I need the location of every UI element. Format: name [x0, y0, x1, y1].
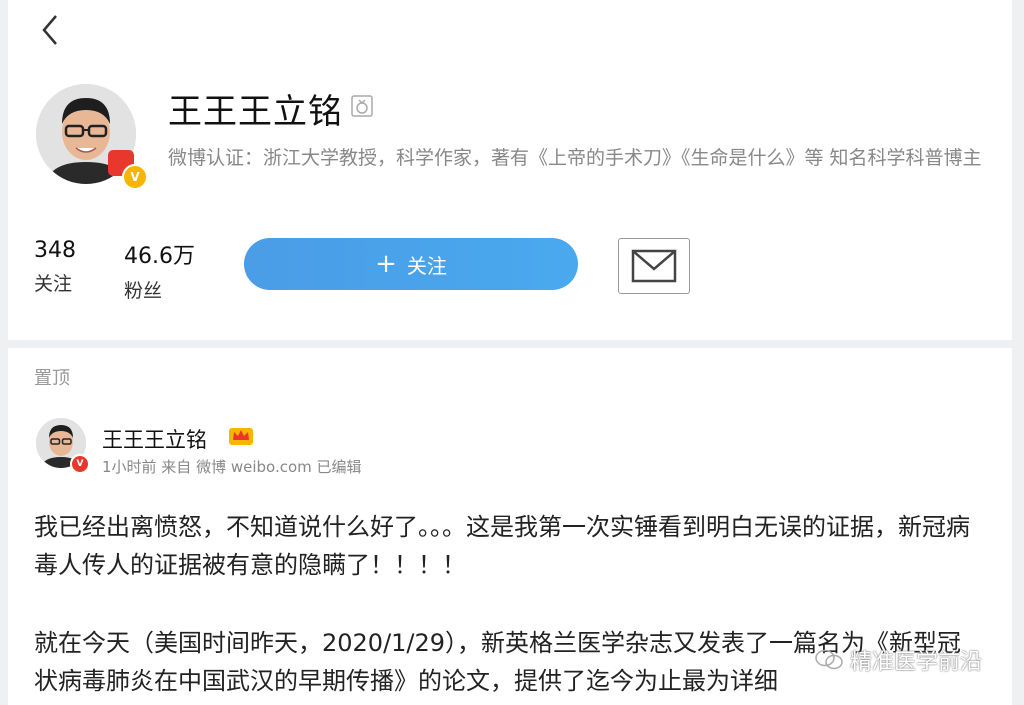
follow-button-label: 关注 [406, 253, 447, 278]
follow-button[interactable]: + 关注 [244, 238, 578, 290]
message-button[interactable] [618, 238, 690, 294]
post-paragraph: 我已经出离愤怒，不知道说什么好了。。。这是我第一次实锤看到明白无误的证据，新冠病… [34, 513, 970, 579]
stat-followers-label: 粉丝 [124, 280, 163, 302]
plus-icon: + [375, 249, 397, 279]
chevron-left-icon[interactable] [36, 12, 66, 48]
post-avatar[interactable]: V [36, 418, 90, 474]
profile-card: V 王王王立铭 微博认证：浙江大学教授，科学作家，著有《上帝的手术刀》《生命是什… [8, 0, 1012, 340]
post-meta: 1小时前 来自 微博 weibo.com 已编辑 [102, 458, 362, 476]
watermark-text: 精准医学前沿 [850, 650, 983, 675]
stat-following-label: 关注 [34, 273, 73, 295]
stat-following-value: 348 [34, 238, 76, 263]
stat-followers[interactable]: 46.6万 粉丝 [124, 238, 195, 303]
pinned-label: 置顶 [34, 368, 70, 389]
stat-following[interactable]: 348 关注 [34, 238, 76, 296]
stat-followers-value: 46.6万 [124, 244, 195, 269]
ring-icon[interactable] [350, 94, 374, 118]
wechat-icon [815, 649, 843, 670]
verified-badge-icon: V [70, 454, 90, 474]
mail-icon [631, 249, 677, 283]
profile-name: 王王王立铭 [168, 92, 343, 132]
profile-avatar[interactable]: V [36, 84, 148, 190]
crown-icon[interactable] [228, 424, 254, 446]
verification-text: 微博认证：浙江大学教授，科学作家，著有《上帝的手术刀》《生命是什么》等 知名科学… [168, 147, 982, 169]
post-author-name[interactable]: 王王王立铭 [102, 424, 207, 454]
watermark: 精准医学前沿 [814, 644, 982, 676]
verified-badge-icon: V [122, 164, 148, 190]
post-card: 置顶 V 王王王立铭 1小时前 来自 微博 weibo.com 已编辑 我已经出… [8, 348, 1012, 705]
